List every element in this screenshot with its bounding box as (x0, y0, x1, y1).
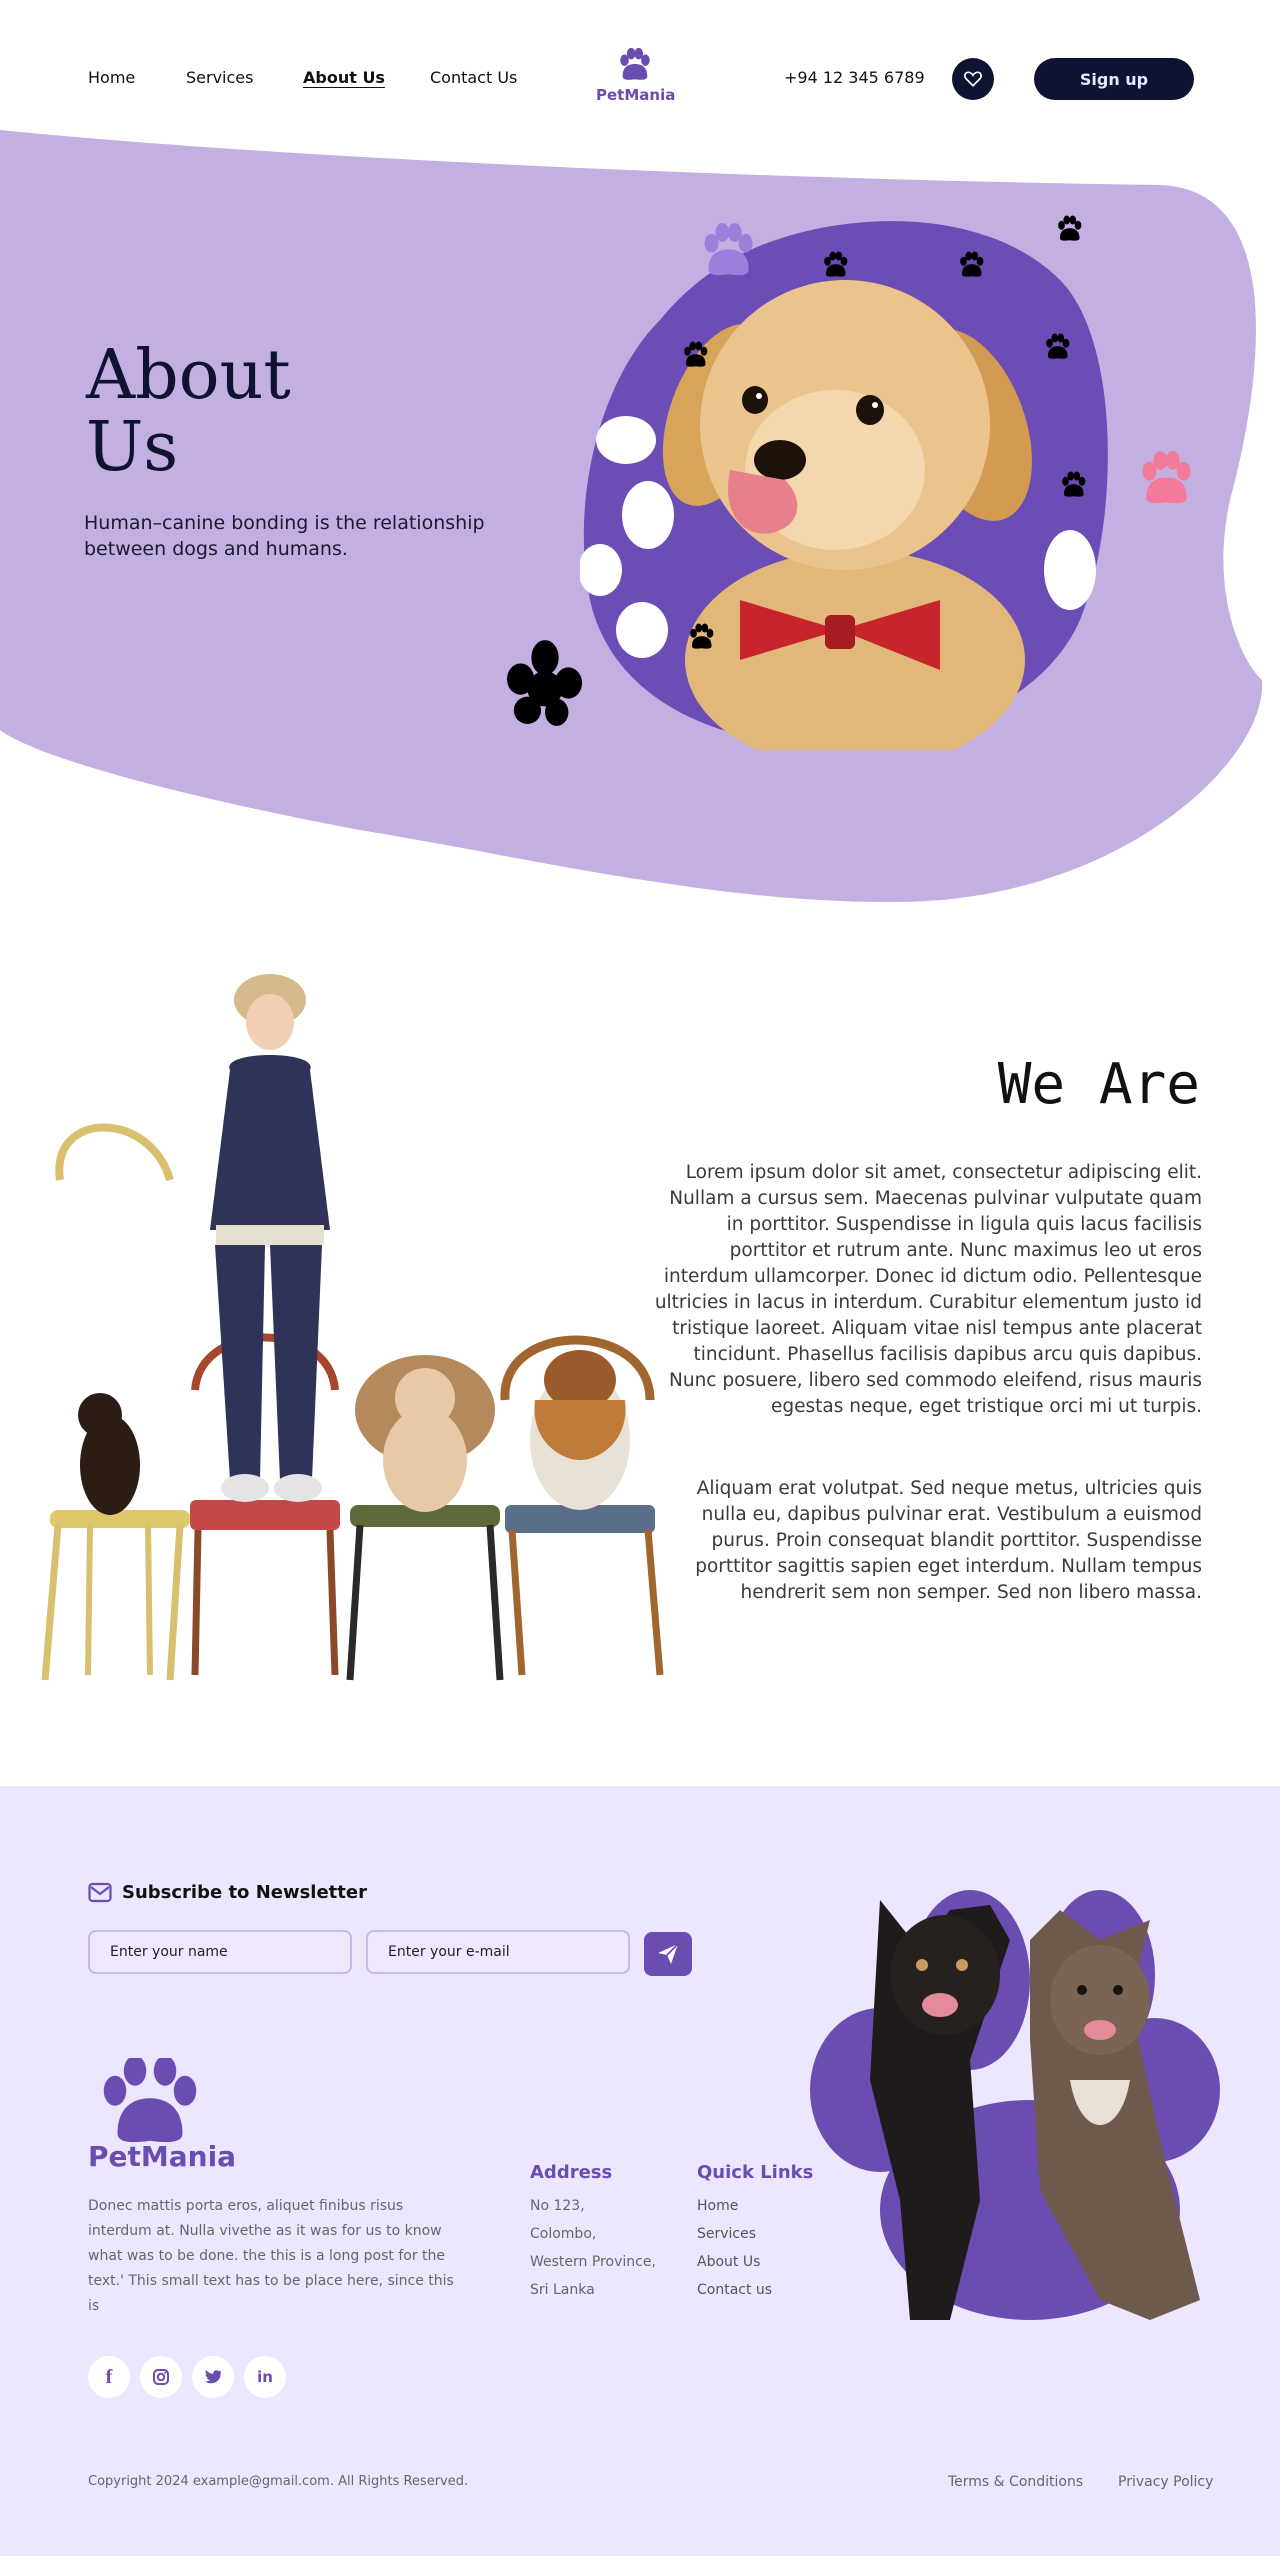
phone-number: +94 12 345 6789 (784, 68, 925, 87)
newsletter-title: Subscribe to Newsletter (122, 1882, 367, 1903)
footer-link-about-us[interactable]: About Us (697, 2254, 760, 2270)
social-linkedin-button[interactable]: in (244, 2356, 286, 2398)
instagram-icon (153, 2369, 169, 2385)
address-line: Colombo, (530, 2226, 597, 2242)
nav-about-us[interactable]: About Us (303, 68, 385, 87)
address-line: Sri Lanka (530, 2282, 595, 2298)
paw-decoration-icon (1058, 215, 1082, 241)
hero-puppy-illustration (580, 221, 1108, 750)
facebook-icon: f (105, 2365, 113, 2388)
quick-links-title: Quick Links (697, 2162, 814, 2183)
nav-contact-us[interactable]: Contact Us (430, 68, 517, 87)
nav-services[interactable]: Services (186, 68, 253, 87)
paw-decoration-icon (1046, 333, 1070, 359)
copyright-text: Copyright 2024 example@gmail.com. All Ri… (88, 2474, 469, 2489)
paw-decoration-icon (684, 341, 708, 367)
nav-home[interactable]: Home (88, 68, 135, 87)
hero-title-line1: About (86, 336, 291, 415)
paw-decoration-icon (1142, 451, 1191, 504)
twitter-icon (204, 2369, 222, 2384)
address-title: Address (530, 2162, 613, 2183)
about-section-title: We Are (997, 1052, 1200, 1117)
paw-decoration-icon (506, 640, 583, 726)
subscribe-send-button[interactable] (644, 1932, 692, 1976)
social-instagram-button[interactable] (140, 2356, 182, 2398)
hero-subtitle: Human–canine bonding is the relationship… (84, 512, 485, 560)
terms-link[interactable]: Terms & Conditions (948, 2474, 1083, 2490)
footer-link-home[interactable]: Home (697, 2198, 738, 2214)
favorites-button[interactable] (952, 58, 994, 100)
mail-icon (88, 1882, 112, 1903)
footer-paw-logo-icon (103, 2058, 197, 2143)
paw-decoration-icon (704, 223, 753, 276)
footer-link-services[interactable]: Services (697, 2226, 756, 2242)
footer-brand-name: PetMania (88, 2140, 237, 2173)
hero-title-line2: Us (86, 408, 179, 487)
social-twitter-button[interactable] (192, 2356, 234, 2398)
paw-decoration-icon (1062, 471, 1086, 497)
heart-icon (964, 71, 982, 87)
footer-link-contact-us[interactable]: Contact us (697, 2282, 772, 2298)
paw-decoration-icon (690, 623, 714, 649)
paw-decoration-icon (824, 251, 848, 277)
paw-decoration-icon (960, 251, 984, 277)
privacy-link[interactable]: Privacy Policy (1118, 2474, 1213, 2490)
brand-logo[interactable]: PetMania (596, 46, 676, 104)
paw-logo-icon (620, 47, 650, 80)
about-paragraph-1: Lorem ipsum dolor sit amet, consectetur … (654, 1162, 1202, 1417)
address-line: No 123, (530, 2198, 585, 2214)
newsletter-email-input[interactable] (366, 1930, 630, 1974)
brand-name: PetMania (596, 86, 676, 104)
address-line: Western Province, (530, 2254, 656, 2270)
people-and-dogs-on-chairs-image (41, 974, 664, 1681)
newsletter-name-input[interactable] (88, 1930, 352, 1974)
linkedin-icon: in (257, 2368, 273, 2386)
dogs-paw-illustration (810, 1890, 1220, 2320)
about-paragraph-2: Aliquam erat volutpat. Sed neque metus, … (695, 1478, 1202, 1603)
social-facebook-button[interactable]: f (88, 2356, 130, 2398)
footer-description: Donec mattis porta eros, aliquet finibus… (88, 2198, 454, 2314)
hero-title: About Us (86, 340, 506, 484)
signup-button[interactable]: Sign up (1034, 58, 1194, 100)
send-icon (658, 1943, 679, 1964)
